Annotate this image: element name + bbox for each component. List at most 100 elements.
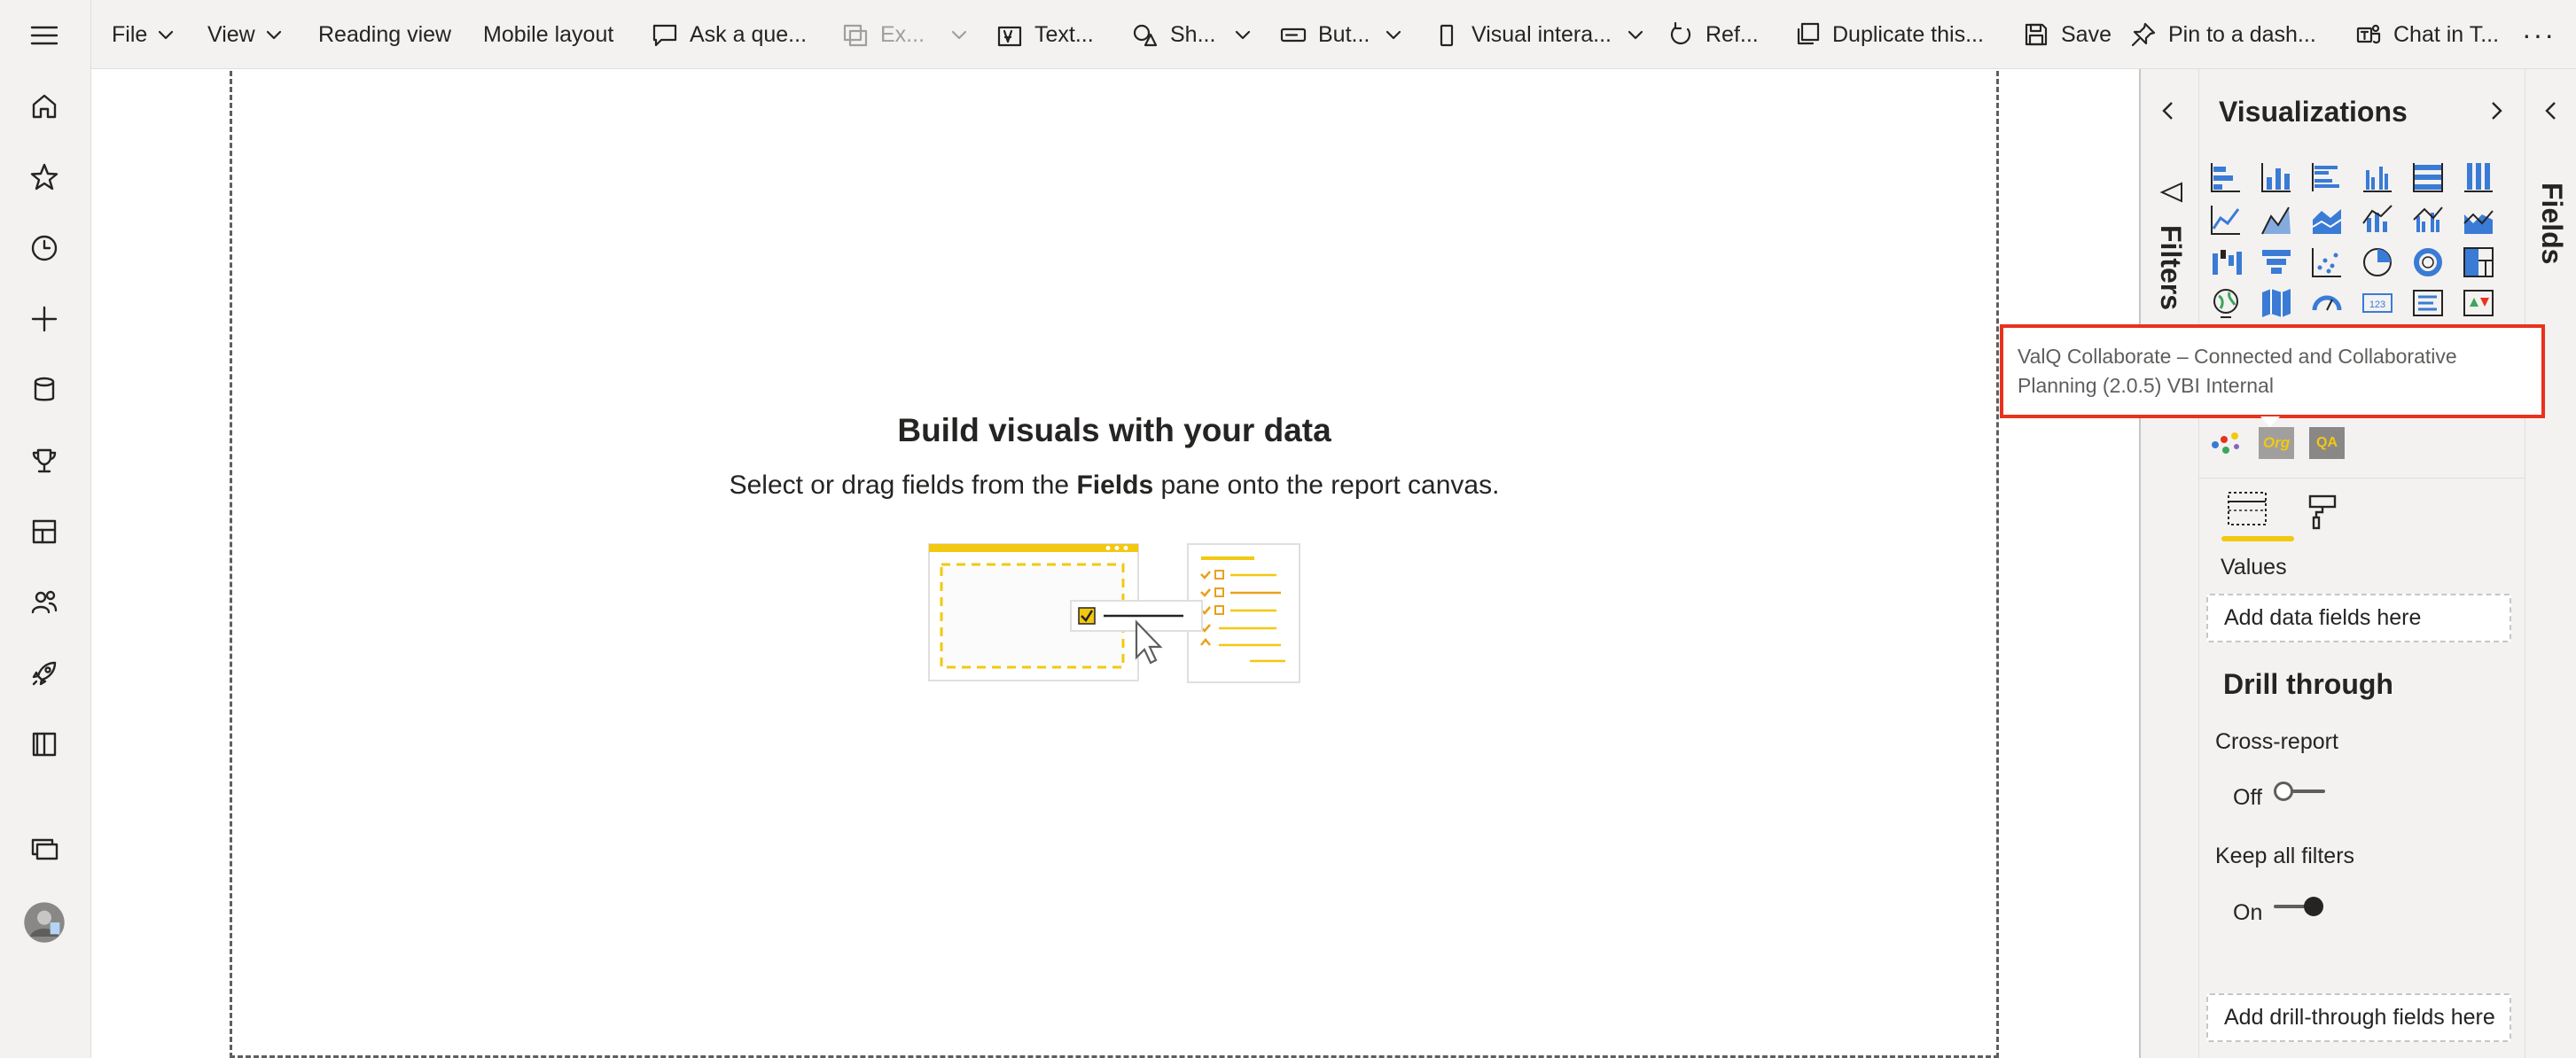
gauge-icon[interactable] — [2309, 285, 2345, 321]
multi-row-card-icon[interactable] — [2410, 285, 2446, 321]
pin-to-dashboard-button[interactable]: Pin to a dash... — [2129, 0, 2316, 69]
user-avatar[interactable] — [20, 898, 69, 947]
shapes-button[interactable]: Sh... — [1131, 0, 1253, 69]
100-stacked-bar-chart-icon[interactable] — [2410, 159, 2446, 195]
reading-view-button[interactable]: Reading view — [318, 0, 451, 69]
monitor-icon[interactable] — [20, 824, 69, 874]
waterfall-chart-icon[interactable] — [2208, 245, 2244, 280]
values-field-well[interactable]: Add data fields here — [2206, 594, 2511, 642]
chat-bubble-icon — [652, 24, 677, 47]
chevron-left-icon[interactable] — [2540, 99, 2563, 122]
chat-label: Chat in T... — [2393, 21, 2500, 47]
empty-state-title: Build visuals with your data — [897, 412, 1331, 448]
apps-icon[interactable] — [20, 507, 69, 556]
drill-through-title: Drill through — [2223, 668, 2393, 700]
clustered-column-chart-icon[interactable] — [2360, 159, 2395, 195]
visual-interactions-menu[interactable]: Visual intera... — [1432, 0, 1645, 69]
empty-state-illustration — [928, 543, 1300, 683]
drill-through-field-well[interactable]: Add drill-through fields here — [2206, 993, 2511, 1042]
export-button[interactable]: Ex... — [841, 0, 969, 69]
chevron-down-icon — [1386, 30, 1401, 40]
pie-chart-icon[interactable] — [2360, 245, 2395, 280]
treemap-icon[interactable] — [2461, 245, 2496, 280]
custom-visual-org-icon[interactable]: Org — [2259, 427, 2294, 459]
active-tab-indicator — [2221, 536, 2294, 541]
button-icon — [1280, 27, 1307, 43]
recent-clock-icon[interactable] — [20, 223, 69, 273]
subtitle-text: Select or drag fields from the — [729, 471, 1077, 500]
home-icon[interactable] — [20, 82, 69, 131]
shapes-label: Sh... — [1170, 21, 1216, 47]
card-icon[interactable]: 123 — [2360, 285, 2395, 321]
textbox-label: Text... — [1034, 21, 1094, 47]
save-label: Save — [2061, 21, 2112, 47]
visualizations-pane: Visualizations 123 Org QA Values Add dat… — [2198, 69, 2525, 1058]
view-menu-label: View — [207, 21, 255, 47]
ribbon-chart-icon[interactable] — [2461, 202, 2496, 237]
line-chart-icon[interactable] — [2208, 202, 2244, 237]
format-paint-roller-icon[interactable] — [2306, 493, 2341, 532]
values-label: Values — [2221, 555, 2287, 580]
pin-icon — [2131, 22, 2156, 47]
cross-report-toggle[interactable] — [2272, 778, 2327, 805]
custom-visual-qa-icon[interactable]: QA — [2309, 427, 2345, 459]
keep-all-filters-label: Keep all filters — [2215, 844, 2355, 868]
chevron-left-icon[interactable] — [2157, 99, 2180, 122]
keep-all-filters-toggle[interactable] — [2272, 893, 2327, 920]
reading-view-label: Reading view — [318, 21, 452, 47]
goals-trophy-icon[interactable] — [20, 436, 69, 486]
filter-funnel-icon — [2159, 182, 2182, 203]
shared-people-icon[interactable] — [20, 578, 69, 627]
save-button[interactable]: Save — [2022, 0, 2112, 69]
filters-pane-collapsed[interactable]: Filters — [2139, 69, 2198, 1058]
mobile-layout-label: Mobile layout — [483, 21, 614, 47]
chat-in-teams-button[interactable]: Chat in T... — [2354, 0, 2499, 69]
fields-label: Fields — [2536, 183, 2568, 265]
duplicate-label: Duplicate this... — [1832, 21, 1984, 47]
build-visual-fields-icon[interactable] — [2225, 489, 2269, 530]
chevron-down-icon — [951, 30, 967, 40]
100-stacked-column-chart-icon[interactable] — [2461, 159, 2496, 195]
area-chart-icon[interactable] — [2259, 202, 2294, 237]
teams-icon — [2356, 24, 2381, 44]
favorites-star-icon[interactable] — [20, 152, 69, 202]
mobile-layout-button[interactable]: Mobile layout — [483, 0, 613, 69]
line-and-stacked-column-chart-icon[interactable] — [2360, 202, 2395, 237]
keep-all-filters-state: On — [2233, 900, 2263, 925]
view-menu[interactable]: View — [207, 0, 284, 69]
visualizations-title: Visualizations — [2219, 96, 2408, 128]
file-menu[interactable]: File — [112, 0, 176, 69]
subtitle-fields-emphasis: Fields — [1076, 471, 1154, 500]
cross-report-label: Cross-report — [2215, 729, 2338, 754]
line-and-clustered-column-chart-icon[interactable] — [2410, 202, 2446, 237]
scatter-chart-icon[interactable] — [2309, 245, 2345, 280]
stacked-column-chart-icon[interactable] — [2259, 159, 2294, 195]
buttons-menu[interactable]: But... — [1279, 0, 1403, 69]
textbox-button[interactable]: Text... — [995, 0, 1094, 69]
learn-rocket-icon[interactable] — [20, 649, 69, 698]
filled-map-icon[interactable] — [2259, 285, 2294, 321]
refresh-label: Ref... — [1706, 21, 1759, 47]
clustered-bar-chart-icon[interactable] — [2309, 159, 2345, 195]
more-options-button[interactable]: ··· — [2522, 0, 2556, 69]
refresh-button[interactable]: Ref... — [1667, 0, 1759, 69]
subtitle-text-end: pane onto the report canvas. — [1153, 471, 1500, 500]
ask-question-button[interactable]: Ask a que... — [651, 0, 807, 69]
map-globe-icon[interactable] — [2208, 285, 2244, 321]
visual-interactions-label: Visual intera... — [1471, 21, 1612, 47]
stacked-area-chart-icon[interactable] — [2309, 202, 2345, 237]
stacked-bar-chart-icon[interactable] — [2208, 159, 2244, 195]
datasets-cylinder-icon[interactable] — [20, 365, 69, 415]
kpi-icon[interactable] — [2461, 285, 2496, 321]
donut-chart-icon[interactable] — [2410, 245, 2446, 280]
create-plus-icon[interactable] — [20, 294, 69, 344]
hamburger-menu-icon[interactable] — [20, 11, 69, 60]
custom-visual-network-icon[interactable] — [2208, 425, 2244, 461]
duplicate-page-button[interactable]: Duplicate this... — [1793, 0, 1984, 69]
workspaces-book-icon[interactable] — [20, 720, 69, 769]
cross-report-state: Off — [2233, 785, 2262, 810]
fields-pane-collapsed[interactable]: Fields — [2525, 69, 2576, 1058]
funnel-chart-icon[interactable] — [2259, 245, 2294, 280]
chevron-right-icon[interactable] — [2485, 99, 2508, 122]
export-icon — [843, 24, 868, 47]
